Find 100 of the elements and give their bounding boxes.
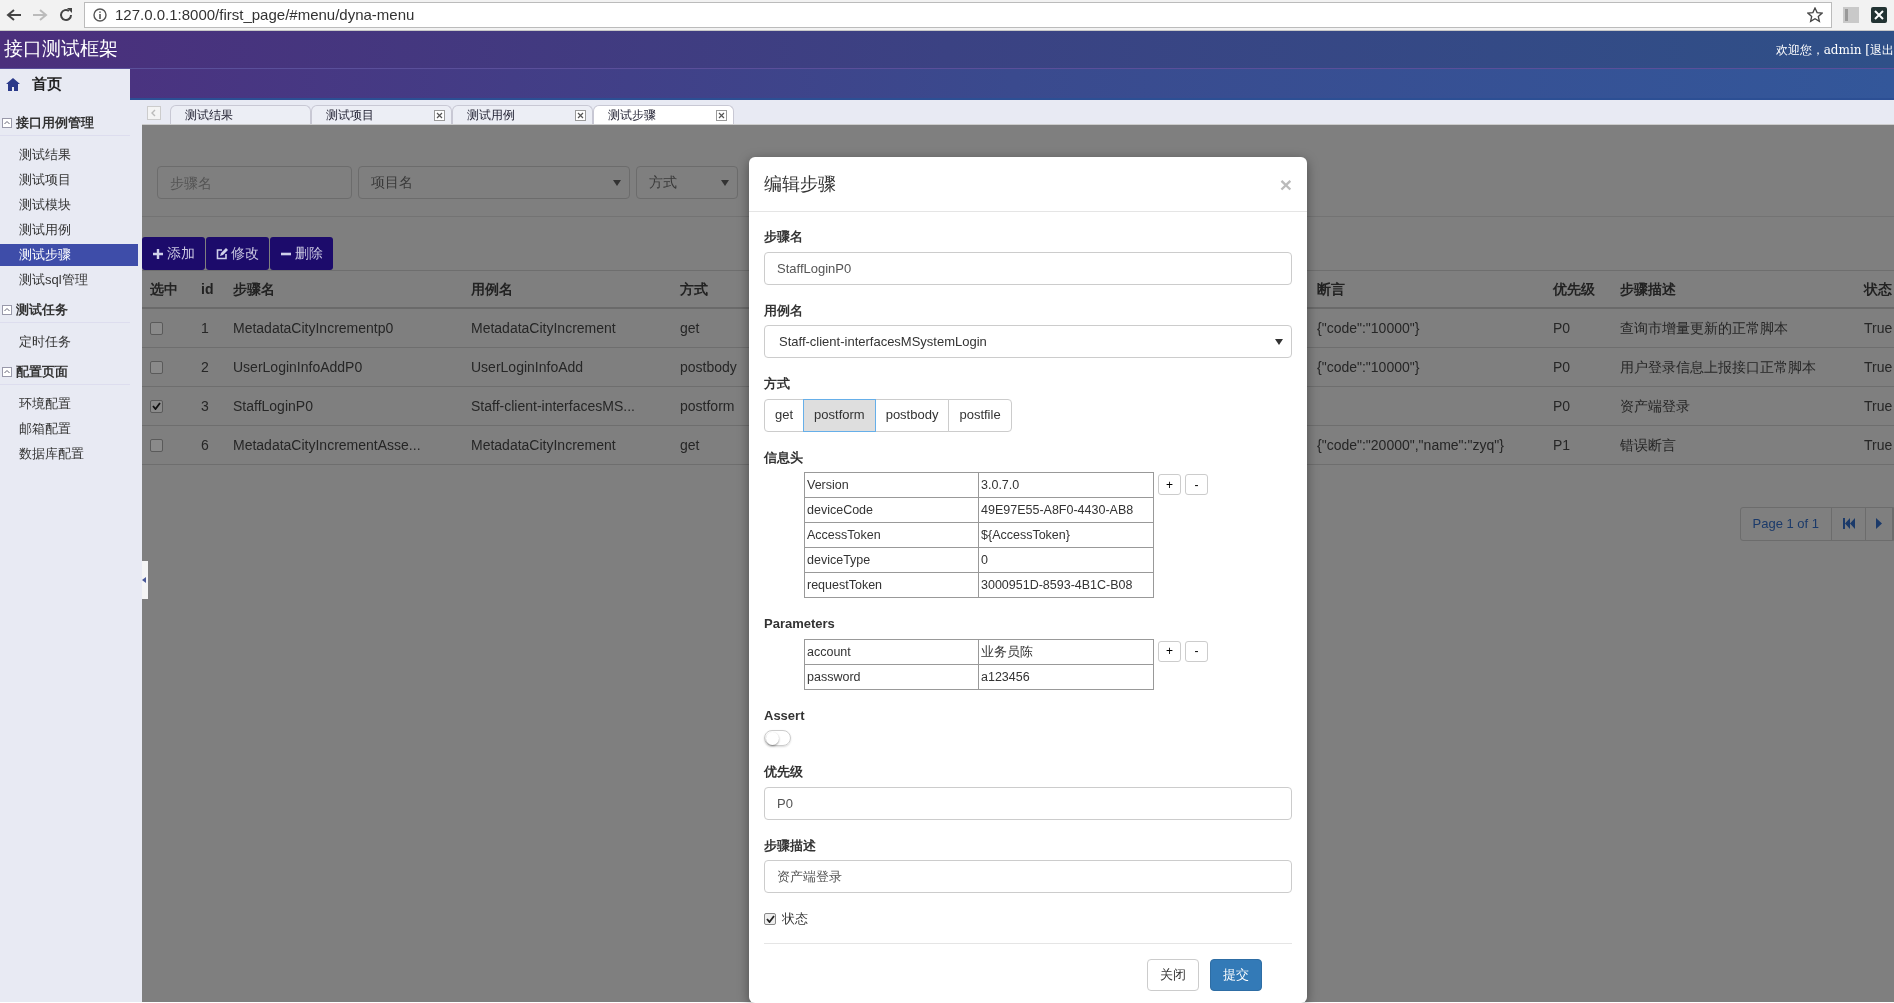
table-cell: True: [1856, 309, 1894, 348]
row-checkbox[interactable]: [150, 399, 163, 413]
table-cell: 1: [193, 309, 225, 348]
add-button[interactable]: 添加: [142, 237, 205, 270]
table-cell: deviceCode: [805, 498, 979, 523]
edit-icon: [216, 247, 228, 260]
table-cell: 错误断言: [1612, 426, 1856, 465]
table-cell: True: [1856, 387, 1894, 426]
delete-button[interactable]: 删除: [270, 237, 333, 270]
collapse-handle[interactable]: [142, 561, 148, 599]
method-option[interactable]: postform: [803, 398, 876, 432]
column-header: id: [193, 270, 225, 309]
app-title: 接口测试框架: [3, 37, 118, 62]
table-cell: UserLoginInfoAdd: [463, 348, 672, 387]
table-cell: MetadataCityIncrementAsse...: [225, 426, 463, 465]
sidebar-item[interactable]: 测试模块: [0, 194, 138, 216]
sidebar-item[interactable]: 定时任务: [0, 331, 138, 353]
field-label: 步骤名: [764, 228, 804, 246]
field-label: 信息头: [764, 448, 804, 467]
table-cell: {"code":"10000"}: [1309, 348, 1545, 387]
table-cell: {"code":"10000"}: [1309, 309, 1545, 348]
address-bar[interactable]: 127.0.0.1:8000/first_page/#menu/dyna-menu: [84, 2, 1832, 28]
table-cell: 资产端登录: [1612, 387, 1856, 426]
close-icon[interactable]: [575, 109, 586, 121]
reload-icon[interactable]: [58, 7, 74, 23]
table-cell: 0: [979, 548, 1153, 573]
modal-title: 编辑步骤: [764, 172, 836, 196]
table-cell: 2: [193, 348, 225, 387]
table-cell: True: [1856, 426, 1894, 465]
sidebar-item[interactable]: 测试用例: [0, 219, 138, 241]
close-icon[interactable]: [434, 109, 445, 121]
table-cell: 用户登录信息上报接口正常脚本: [1612, 348, 1856, 387]
first-page-icon[interactable]: [1842, 518, 1855, 530]
method-option[interactable]: postfile: [948, 398, 1012, 432]
table-cell: Version: [805, 473, 979, 498]
row-checkbox[interactable]: [150, 321, 163, 335]
star-icon[interactable]: [1807, 7, 1823, 23]
url-text: 127.0.0.1:8000/first_page/#menu/dyna-menu: [115, 4, 415, 25]
input-field[interactable]: P0: [764, 786, 1292, 820]
sidebar-item[interactable]: 测试项目: [0, 169, 138, 191]
table-cell: P0: [1545, 387, 1612, 426]
welcome-text: 欢迎您，admin [退出: [1775, 41, 1894, 59]
add-row-button[interactable]: +: [1158, 640, 1181, 662]
next-page-icon[interactable]: [1876, 518, 1882, 530]
sidebar-item[interactable]: 邮箱配置: [0, 418, 138, 440]
method-option[interactable]: get: [764, 398, 805, 432]
table-cell: Staff-client-interfacesMS...: [463, 387, 672, 426]
table-cell: 6: [193, 426, 225, 465]
checkbox[interactable]: [764, 912, 776, 925]
sidebar-group[interactable]: 接口用例管理: [0, 110, 130, 136]
edit-button[interactable]: 修改: [206, 237, 269, 270]
table-cell: a123456: [979, 664, 1153, 690]
row-checkbox[interactable]: [150, 438, 163, 452]
caret-icon: [1275, 338, 1283, 345]
sidebar-item[interactable]: 测试步骤: [0, 244, 138, 266]
caret-icon: [721, 179, 729, 186]
table-cell: ${AccessToken}: [979, 523, 1153, 548]
table-cell: 业务员陈: [979, 639, 1153, 665]
column-header: 优先级: [1545, 270, 1612, 309]
close-icon[interactable]: [716, 109, 727, 121]
sidebar-item[interactable]: 测试结果: [0, 144, 138, 166]
column-header: 选中: [142, 270, 193, 309]
input-field[interactable]: StaffLoginP0: [764, 251, 1292, 285]
tab[interactable]: 测试结果: [170, 105, 311, 124]
input-field[interactable]: 资产端登录: [764, 860, 1292, 893]
field-label: 步骤描述: [764, 836, 817, 855]
page-indicator: Page 1 of 1: [1740, 508, 1832, 540]
row-checkbox[interactable]: [150, 360, 163, 374]
sidebar-group[interactable]: 测试任务: [0, 297, 130, 323]
sidebar-item[interactable]: 数据库配置: [0, 443, 138, 465]
sidebar-item[interactable]: 环境配置: [0, 393, 138, 415]
table-cell: P0: [1545, 348, 1612, 387]
plus-icon: [152, 247, 164, 260]
field-label: Assert: [764, 706, 806, 725]
sidebar-item[interactable]: 测试sql管理: [0, 269, 138, 291]
back-arrow-icon[interactable]: [6, 8, 22, 22]
table-cell: UserLoginInfoAddP0: [225, 348, 463, 387]
submit-button[interactable]: 提交: [1210, 958, 1262, 991]
tab[interactable]: 测试项目: [311, 105, 452, 124]
home-icon: [6, 78, 20, 91]
remove-row-button[interactable]: -: [1185, 474, 1208, 495]
table-cell: P1: [1545, 426, 1612, 465]
tab[interactable]: 测试步骤: [593, 105, 734, 124]
method-option[interactable]: postbody: [874, 398, 950, 432]
dropdown[interactable]: Staff-client-interfacesMSystemLogin: [764, 325, 1292, 358]
table-cell: password: [805, 664, 979, 690]
checkmark-icon: [765, 914, 775, 923]
remove-row-button[interactable]: -: [1185, 640, 1208, 662]
checkbox-label: 状态: [782, 910, 808, 928]
extension-icon[interactable]: [1870, 6, 1888, 24]
table-cell: 3: [193, 387, 225, 426]
table-cell: StaffLoginP0: [225, 387, 463, 426]
home-tab[interactable]: 首页: [0, 69, 130, 100]
sidebar-group[interactable]: 配置页面: [0, 359, 130, 385]
table-cell: {"code":"20000","name":"zyq"}: [1309, 426, 1545, 465]
field-label: 优先级: [764, 763, 804, 781]
add-row-button[interactable]: +: [1158, 474, 1181, 495]
tab[interactable]: 测试用例: [452, 105, 593, 124]
close-button[interactable]: 关闭: [1147, 958, 1199, 991]
table-cell: deviceType: [805, 548, 979, 573]
